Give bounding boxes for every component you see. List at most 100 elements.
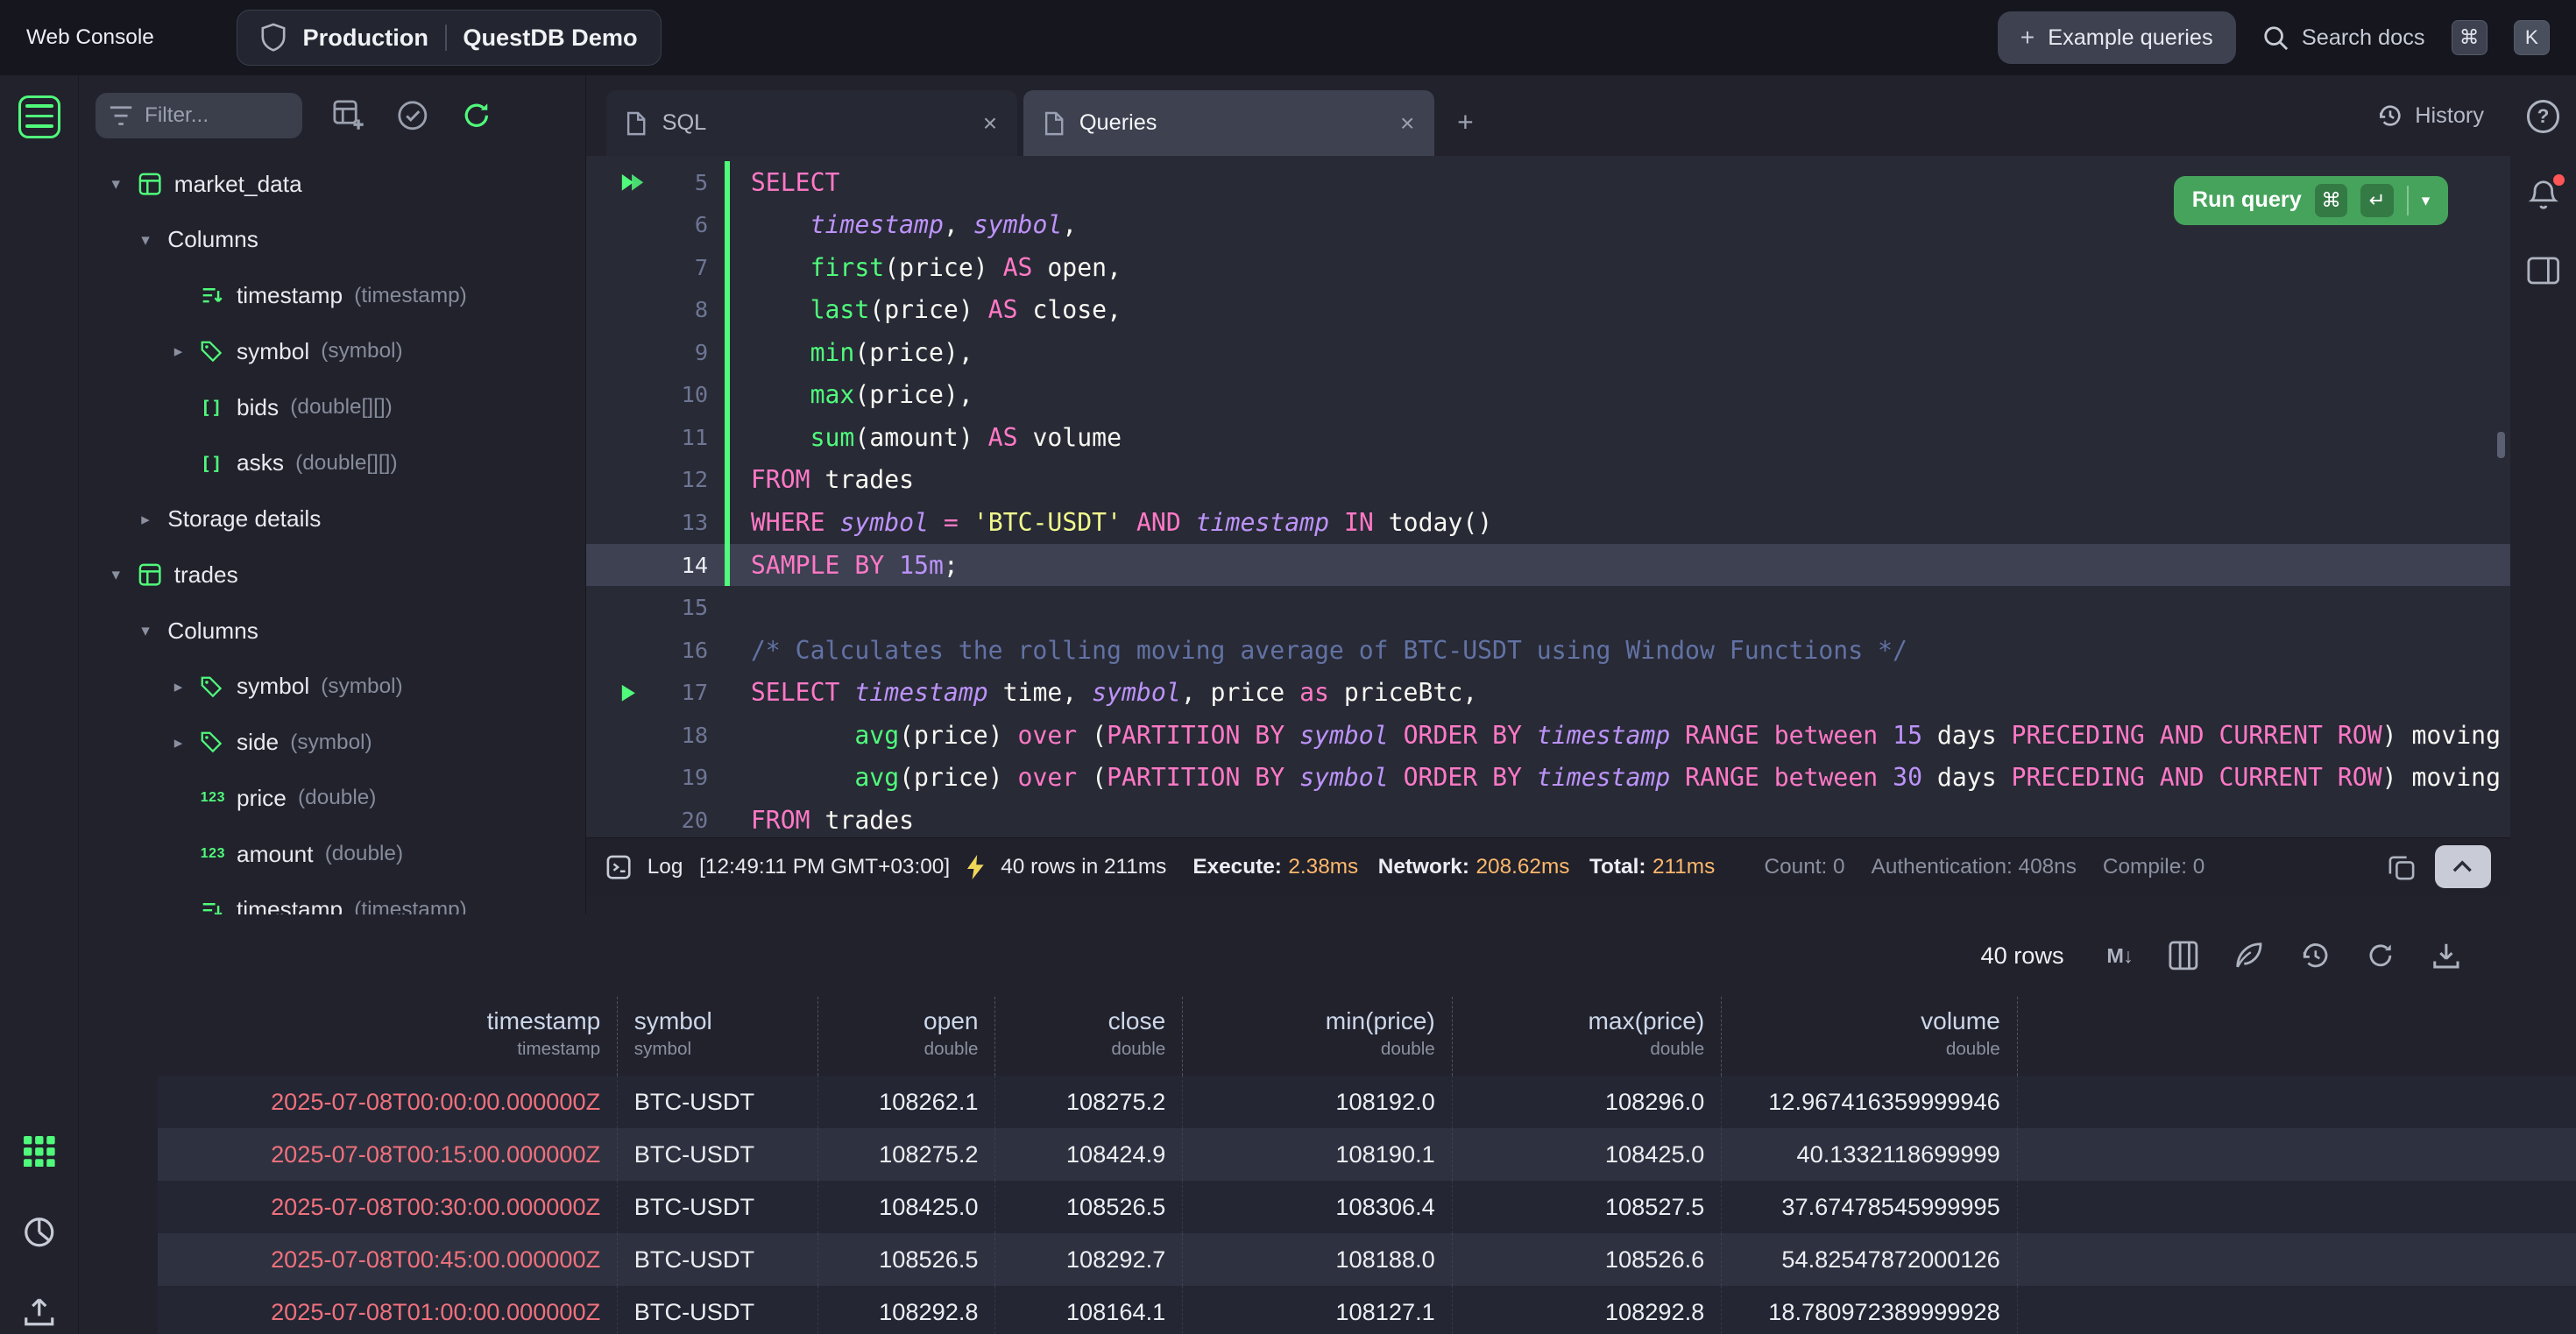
tree-item-market-data[interactable]: ▾market_data — [79, 156, 585, 212]
editor-scrollbar[interactable] — [2497, 432, 2505, 458]
sql-editor[interactable]: 5SELECT6 timestamp, symbol,7 first(price… — [586, 156, 2510, 837]
help-icon[interactable]: ? — [2525, 99, 2561, 135]
code-line-12[interactable]: 12FROM trades — [586, 459, 2510, 502]
line-number: 11 — [652, 425, 708, 450]
history-button[interactable]: History — [2377, 102, 2484, 129]
column-header-timestamp[interactable]: timestamptimestamp — [158, 997, 618, 1076]
example-queries-button[interactable]: + Example queries — [1998, 11, 2236, 64]
query-selection-bar — [725, 501, 730, 544]
code-line-13[interactable]: 13WHERE symbol = 'BTC-USDT' AND timestam… — [586, 501, 2510, 544]
tree-item-timestamp[interactable]: timestamp(timestamp) — [79, 882, 585, 915]
tree-item-asks[interactable]: []asks(double[][]) — [79, 435, 585, 491]
tree-item-side[interactable]: ▸side(symbol) — [79, 715, 585, 771]
metric-label: Network: — [1378, 855, 1469, 879]
chevron-down-icon[interactable]: ▾ — [2422, 191, 2430, 210]
query-history-icon[interactable] — [2300, 941, 2330, 971]
query-selection-bar — [725, 629, 730, 672]
search-docs-button[interactable]: Search docs — [2262, 25, 2425, 51]
tree-item-storage-details[interactable]: ▸Storage details — [79, 491, 585, 547]
table-row[interactable]: 2025-07-08T00:45:00.000000ZBTC-USDT10852… — [158, 1233, 2576, 1286]
table-columns-icon[interactable] — [2169, 941, 2198, 971]
table-row[interactable]: 2025-07-08T00:15:00.000000ZBTC-USDT10827… — [158, 1128, 2576, 1181]
table-row[interactable]: 2025-07-08T00:30:00.000000ZBTC-USDT10842… — [158, 1181, 2576, 1233]
panels-icon[interactable] — [2525, 253, 2561, 289]
tree-item-symbol[interactable]: ▸symbol(symbol) — [79, 323, 585, 379]
tree-item-columns[interactable]: ▾Columns — [79, 212, 585, 268]
query-selection-bar — [725, 374, 730, 417]
run-line-icon[interactable] — [619, 173, 653, 193]
import-upload-icon[interactable] — [23, 1295, 56, 1328]
table-icon — [138, 173, 174, 195]
cell-symbol: BTC-USDT — [618, 1076, 818, 1128]
quill-icon[interactable] — [2234, 941, 2264, 971]
cell-open: 108262.1 — [818, 1076, 996, 1128]
column-header-min-price[interactable]: min(price)double — [1183, 997, 1453, 1076]
column-header-max-price[interactable]: max(price)double — [1453, 997, 1723, 1076]
table-row[interactable]: 2025-07-08T00:00:00.000000ZBTC-USDT10826… — [158, 1076, 2576, 1128]
grid-body: 2025-07-08T00:00:00.000000ZBTC-USDT10826… — [158, 1076, 2576, 1333]
log-label: Log — [648, 855, 683, 879]
tree-item-bids[interactable]: []bids(double[][]) — [79, 379, 585, 435]
query-selection-bar — [725, 416, 730, 459]
tree-item-type: (double) — [298, 786, 376, 810]
refresh-schema-icon[interactable] — [458, 98, 494, 134]
code-line-20[interactable]: 20FROM trades — [586, 799, 2510, 837]
tree-item-amount[interactable]: 123amount(double) — [79, 826, 585, 882]
code-line-17[interactable]: 17SELECT timestamp time, symbol, price a… — [586, 672, 2510, 715]
check-circle-icon[interactable] — [394, 98, 430, 134]
code-line-8[interactable]: 8 last(price) AS close, — [586, 288, 2510, 331]
code-line-15[interactable]: 15 — [586, 586, 2510, 629]
close-tab-icon[interactable]: × — [983, 109, 997, 138]
line-number: 13 — [652, 510, 708, 535]
notification-badge — [2553, 174, 2565, 186]
notifications-bell-icon[interactable] — [2525, 178, 2561, 214]
tree-item-price[interactable]: 123price(double) — [79, 770, 585, 826]
markdown-icon[interactable]: M↓ — [2106, 944, 2132, 968]
tree-item-trades[interactable]: ▾trades — [79, 547, 585, 603]
copy-icon[interactable] — [2388, 854, 2415, 880]
new-tab-button[interactable]: + — [1457, 109, 1474, 137]
tree-item-symbol[interactable]: ▸symbol(symbol) — [79, 659, 585, 715]
code-line-18[interactable]: 18 avg(price) over (PARTITION BY symbol … — [586, 714, 2510, 757]
column-header-symbol[interactable]: symbolsymbol — [618, 997, 818, 1076]
tree-item-columns[interactable]: ▾Columns — [79, 603, 585, 659]
run-line-icon[interactable] — [619, 683, 653, 703]
refresh-icon[interactable] — [2366, 941, 2396, 971]
column-name: max(price) — [1468, 1006, 1704, 1038]
tree-item-timestamp[interactable]: timestamp(timestamp) — [79, 268, 585, 324]
cell-volume: 18.780972389999928 — [1722, 1286, 2018, 1333]
cell-min-price: 108306.4 — [1183, 1181, 1453, 1233]
add-table-icon[interactable] — [330, 98, 366, 134]
code-line-11[interactable]: 11 sum(amount) AS volume — [586, 416, 2510, 459]
column-header-close[interactable]: closedouble — [995, 997, 1183, 1076]
code-line-10[interactable]: 10 max(price), — [586, 374, 2510, 417]
tab-sql[interactable]: SQL× — [606, 90, 1017, 156]
column-name: symbol — [634, 1006, 801, 1038]
tab-queries[interactable]: Queries× — [1023, 90, 1434, 156]
line-number: 14 — [652, 553, 708, 578]
code-text: last(price) AS close, — [751, 295, 1122, 324]
code-line-7[interactable]: 7 first(price) AS open, — [586, 246, 2510, 289]
code-line-19[interactable]: 19 avg(price) over (PARTITION BY symbol … — [586, 757, 2510, 800]
log-rows-summary: 40 rows in 211ms — [1001, 855, 1166, 879]
questdb-logo-icon[interactable] — [18, 95, 61, 138]
close-tab-icon[interactable]: × — [1400, 109, 1414, 138]
run-query-button[interactable]: Run query ⌘ ↵ ▾ — [2174, 176, 2448, 225]
code-line-16[interactable]: 16/* Calculates the rolling moving avera… — [586, 629, 2510, 672]
pie-chart-icon[interactable] — [23, 1216, 56, 1249]
column-header-volume[interactable]: volumedouble — [1722, 997, 2018, 1076]
table-row[interactable]: 2025-07-08T01:00:00.000000ZBTC-USDT10829… — [158, 1286, 2576, 1333]
tree-item-type: (double[][]) — [290, 395, 392, 420]
tables-grid-icon[interactable] — [23, 1135, 56, 1168]
tag-icon — [201, 731, 237, 752]
collapse-log-button[interactable] — [2435, 845, 2491, 888]
instance-badge[interactable]: Production QuestDB Demo — [237, 10, 662, 66]
column-header-open[interactable]: opendouble — [818, 997, 996, 1076]
download-icon[interactable] — [2431, 941, 2461, 971]
cell-volume: 40.1332118699999 — [1722, 1128, 2018, 1181]
code-line-9[interactable]: 9 min(price), — [586, 331, 2510, 374]
metric-label: Execute: — [1192, 855, 1282, 879]
cmd-key-icon: ⌘ — [2315, 184, 2348, 217]
column-type: double — [1012, 1039, 1165, 1060]
code-line-14[interactable]: 14SAMPLE BY 15m; — [586, 544, 2510, 587]
